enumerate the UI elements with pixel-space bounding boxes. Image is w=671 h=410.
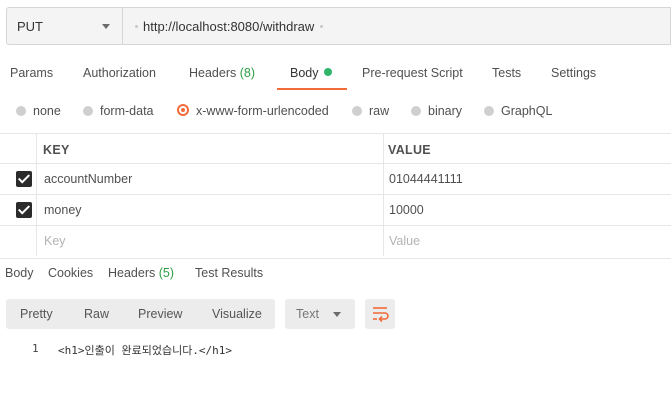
view-preview-button[interactable]: Preview	[138, 307, 182, 321]
url-input[interactable]: http://localhost:8080/withdraw	[122, 7, 671, 45]
tab-label: Headers	[189, 66, 237, 80]
tab-label: Body	[5, 266, 34, 280]
key-column	[36, 195, 384, 225]
table-row-new: Key Value	[0, 226, 671, 256]
tab-headers[interactable]: Headers (8)	[189, 66, 255, 80]
format-value: Text	[296, 307, 319, 321]
headers-count-badge: (8)	[239, 66, 256, 80]
response-tab-test-results[interactable]: Test Results	[195, 266, 263, 280]
key-column	[36, 134, 384, 163]
radio-label: none	[33, 104, 61, 118]
radio-label: GraphQL	[501, 104, 553, 118]
radio-binary[interactable]: binary	[411, 104, 462, 118]
headers-count-badge: (5)	[158, 266, 175, 280]
value-input[interactable]: Value	[389, 234, 420, 248]
http-method-value: PUT	[17, 19, 43, 34]
tab-authorization[interactable]: Authorization	[83, 66, 156, 80]
value-header: VALUE	[388, 143, 431, 157]
request-url-bar: PUT http://localhost:8080/withdraw	[0, 0, 671, 54]
row-checkbox[interactable]	[16, 171, 32, 187]
status-dot-icon	[323, 68, 332, 76]
table-row: money 10000	[0, 195, 671, 226]
row-value[interactable]: 10000	[389, 203, 424, 217]
code-line: <h1>인출이 완료되었습니다.</h1>	[58, 344, 233, 357]
drag-dot-icon	[320, 25, 323, 28]
tab-tests[interactable]: Tests	[492, 66, 521, 80]
row-checkbox[interactable]	[16, 202, 32, 218]
table-header-row: KEY VALUE	[0, 134, 671, 164]
tab-label: Test Results	[195, 266, 264, 280]
radio-label: raw	[369, 104, 390, 118]
drag-dot-icon	[135, 25, 138, 28]
radio-circle-icon	[352, 106, 362, 116]
radio-circle-icon	[484, 106, 494, 116]
tab-label: Params	[10, 66, 54, 80]
chevron-down-icon	[333, 312, 341, 317]
tab-label: Settings	[551, 66, 597, 80]
tab-label: Headers	[108, 266, 156, 280]
radio-form-data[interactable]: form-data	[83, 104, 154, 118]
wrap-lines-button[interactable]	[365, 299, 395, 329]
tab-label: Body	[290, 66, 319, 80]
radio-none[interactable]: none	[16, 104, 61, 118]
radio-label: binary	[428, 104, 463, 118]
http-method-select[interactable]: PUT	[6, 7, 122, 45]
view-pretty-button[interactable]: Pretty	[20, 307, 53, 321]
response-tab-cookies[interactable]: Cookies	[48, 266, 93, 280]
key-header: KEY	[43, 143, 70, 157]
row-value[interactable]: 01044441111	[389, 172, 463, 186]
row-key[interactable]: accountNumber	[44, 172, 132, 186]
line-number: 1	[32, 342, 39, 355]
format-select[interactable]: Text	[285, 299, 355, 329]
params-table: KEY VALUE accountNumber 01044441111 mone…	[0, 133, 671, 258]
row-key[interactable]: money	[44, 203, 82, 217]
radio-label: form-data	[100, 104, 154, 118]
radio-x-www-form-urlencoded[interactable]: x-www-form-urlencoded	[177, 104, 329, 118]
table-row: accountNumber 01044441111	[0, 164, 671, 195]
tab-pre-request-script[interactable]: Pre-request Script	[362, 66, 463, 80]
tab-label: Cookies	[48, 266, 94, 280]
chevron-down-icon	[102, 24, 110, 29]
tab-label: Tests	[492, 66, 522, 80]
radio-circle-icon	[16, 106, 26, 116]
response-tab-body[interactable]: Body	[5, 266, 34, 280]
response-tab-headers[interactable]: Headers (5)	[108, 266, 174, 280]
response-body-viewer[interactable]: 1 <h1>인출이 완료되었습니다.</h1>	[0, 340, 671, 410]
tab-params[interactable]: Params	[10, 66, 53, 80]
body-type-radios: none form-data x-www-form-urlencoded raw…	[0, 98, 671, 126]
radio-circle-icon	[411, 106, 421, 116]
radio-circle-icon	[83, 106, 93, 116]
tab-body[interactable]: Body	[290, 66, 332, 80]
key-column	[36, 226, 384, 256]
tab-label: Authorization	[83, 66, 156, 80]
radio-raw[interactable]: raw	[352, 104, 389, 118]
url-value: http://localhost:8080/withdraw	[143, 19, 315, 34]
active-tab-indicator	[277, 88, 347, 90]
view-raw-button[interactable]: Raw	[84, 307, 109, 321]
response-tabs: Body Cookies Headers (5) Test Results	[0, 258, 671, 287]
tab-label: Pre-request Script	[362, 66, 463, 80]
request-tabs: Params Authorization Headers (8) Body Pr…	[0, 54, 671, 92]
tab-settings[interactable]: Settings	[551, 66, 596, 80]
radio-graphql[interactable]: GraphQL	[484, 104, 552, 118]
key-input[interactable]: Key	[44, 234, 66, 248]
view-mode-group: Pretty Raw Preview Visualize	[6, 299, 275, 329]
view-visualize-button[interactable]: Visualize	[212, 307, 262, 321]
wrap-lines-icon	[373, 307, 389, 323]
radio-label: x-www-form-urlencoded	[196, 104, 329, 118]
radio-selected-icon	[177, 104, 189, 116]
